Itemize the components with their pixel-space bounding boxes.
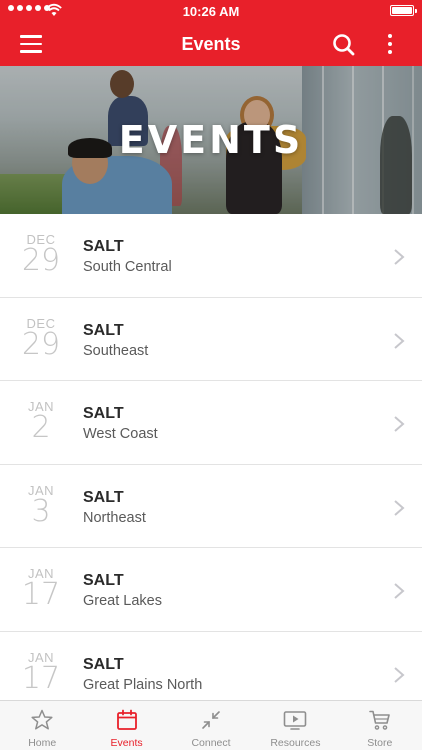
- event-region: Northeast: [83, 509, 146, 526]
- event-region: Great Plains North: [83, 676, 203, 693]
- tab-bar: Home Events Connect Resources Store: [0, 700, 422, 750]
- event-region: South Central: [83, 259, 172, 275]
- event-row[interactable]: JAN 3 SALT Northeast: [0, 464, 422, 548]
- event-day: 2: [31, 410, 51, 445]
- event-date: JAN 17: [12, 566, 70, 610]
- star-icon: [31, 709, 53, 730]
- page-title: Events: [181, 34, 241, 54]
- hero-title: EVENTS: [118, 118, 304, 162]
- event-name: SALT: [83, 488, 124, 506]
- video-play-icon: [284, 711, 307, 730]
- event-date: DEC 29: [12, 316, 70, 360]
- event-name: SALT: [83, 321, 124, 339]
- tab-label: Home: [28, 737, 57, 749]
- event-name: SALT: [83, 405, 124, 422]
- event-day: 17: [21, 660, 61, 696]
- event-list: DEC 29 SALT South Central DEC 29 SALT So…: [0, 214, 422, 700]
- tab-resources[interactable]: Resources: [253, 701, 337, 750]
- tab-events[interactable]: Events: [84, 701, 168, 750]
- event-name: SALT: [83, 572, 124, 589]
- event-date: JAN 3: [12, 483, 70, 527]
- event-day: 29: [21, 243, 61, 278]
- event-row[interactable]: DEC 29 SALT South Central: [0, 214, 422, 298]
- tab-label: Store: [367, 737, 393, 749]
- tab-label: Events: [110, 737, 143, 749]
- event-row[interactable]: JAN 17 SALT Great Plains North: [0, 631, 422, 700]
- hero-banner: EVENTS: [0, 66, 422, 214]
- tab-label: Connect: [191, 737, 231, 749]
- event-date: DEC 29: [12, 232, 70, 276]
- tab-store[interactable]: Store: [338, 701, 422, 750]
- status-time: 10:26 AM: [182, 4, 240, 19]
- event-region: Southeast: [83, 342, 149, 359]
- search-icon[interactable]: [330, 31, 358, 59]
- tab-connect[interactable]: Connect: [169, 701, 253, 750]
- event-day: 3: [31, 493, 51, 529]
- chevron-right-icon: [394, 666, 405, 683]
- chevron-right-icon: [394, 249, 405, 265]
- event-date: JAN 2: [12, 399, 70, 443]
- chevron-right-icon: [394, 416, 405, 432]
- event-name: SALT: [83, 238, 124, 255]
- event-row[interactable]: JAN 2 SALT West Coast: [0, 381, 422, 465]
- event-region: West Coast: [83, 426, 158, 442]
- calendar-icon: [116, 709, 137, 730]
- more-options-icon[interactable]: [378, 30, 402, 58]
- event-day: 17: [21, 577, 61, 612]
- event-region: Great Lakes: [83, 593, 162, 609]
- chevron-right-icon: [394, 499, 405, 516]
- chevron-right-icon: [394, 332, 405, 349]
- tab-label: Resources: [270, 737, 321, 749]
- event-row[interactable]: DEC 29 SALT Southeast: [0, 297, 422, 381]
- collapse-arrows-icon: [202, 711, 220, 729]
- event-day: 29: [21, 326, 61, 362]
- chevron-right-icon: [394, 583, 405, 599]
- tab-home[interactable]: Home: [0, 701, 84, 750]
- event-date: JAN 17: [12, 650, 70, 694]
- nav-bar: Events: [0, 22, 422, 66]
- event-name: SALT: [83, 655, 124, 673]
- battery-icon: [390, 5, 417, 16]
- event-row[interactable]: JAN 17 SALT Great Lakes: [0, 548, 422, 632]
- cart-icon: [369, 710, 390, 730]
- status-bar: 10:26 AM: [0, 0, 422, 22]
